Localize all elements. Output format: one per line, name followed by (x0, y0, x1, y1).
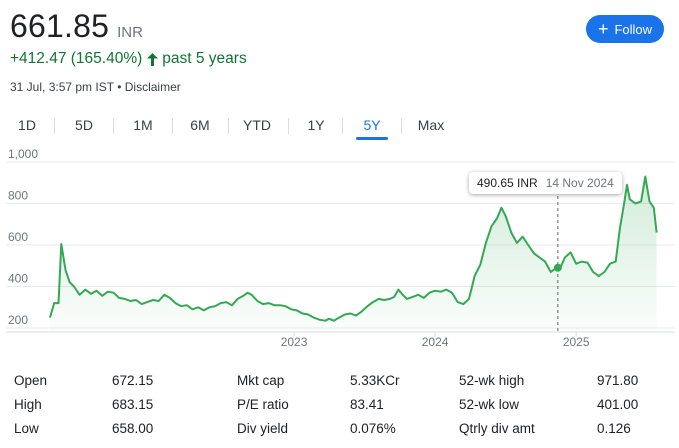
stat-value: 401.00 (597, 397, 639, 412)
arrow-up-icon (147, 52, 159, 66)
tab-divider (288, 118, 289, 134)
hover-point (553, 263, 562, 272)
price-change-row: +412.47 (165.40%) past 5 years (10, 50, 247, 68)
tab-5d[interactable]: 5D (70, 112, 98, 140)
stat-value: 971.80 (597, 373, 639, 388)
tab-max[interactable]: Max (414, 112, 448, 140)
follow-button[interactable]: + Follow (586, 15, 664, 43)
x-tick-label: 2024 (422, 335, 449, 349)
price-change: +412.47 (165.40%) (10, 50, 143, 67)
stat-label: Qtrly div amt (459, 421, 535, 436)
stat-value: 672.15 (112, 373, 154, 388)
stat-label: P/E ratio (237, 397, 289, 412)
current-price: 661.85 (10, 8, 110, 44)
y-tick-label: 1,000 (8, 148, 38, 161)
price-area (50, 176, 657, 332)
disclaimer-link[interactable]: Disclaimer (125, 80, 181, 94)
stat-label: 52-wk low (459, 397, 520, 412)
separator-dot: • (117, 80, 122, 94)
tab-6m[interactable]: 6M (185, 112, 215, 140)
stat-label: Div yield (237, 421, 289, 436)
stat-value: 683.15 (112, 397, 154, 412)
tab-1d[interactable]: 1D (14, 112, 40, 140)
tab-divider (228, 118, 229, 134)
stat-label: Open (14, 373, 48, 388)
tab-divider (113, 118, 114, 134)
quote-timestamp: 31 Jul, 3:57 pm IST (10, 80, 114, 94)
x-axis-ticks: 2023 2024 2025 (281, 332, 590, 349)
tab-divider (342, 118, 343, 134)
range-tabs: 1D 5D 1M 6M YTD 1Y 5Y Max (0, 112, 679, 140)
y-tick-label: 600 (8, 230, 28, 244)
tab-ytd[interactable]: YTD (240, 112, 274, 140)
follow-label: Follow (614, 21, 653, 37)
x-tick-label: 2023 (281, 335, 308, 349)
tab-1m[interactable]: 1M (128, 112, 158, 140)
change-period: past 5 years (162, 50, 247, 67)
stat-label: 52-wk high (459, 373, 525, 388)
stat-value: 0.076% (350, 421, 396, 436)
stat-label: Low (14, 421, 39, 436)
stat-label: Mkt cap (237, 373, 285, 388)
stat-value: 83.41 (350, 397, 384, 412)
y-tick-label: 400 (8, 272, 28, 286)
y-tick-label: 200 (8, 313, 28, 327)
plus-icon: + (597, 19, 609, 39)
tooltip-price: 490.65 INR (477, 176, 538, 190)
stat-label: High (14, 397, 42, 412)
stat-value: 0.126 (597, 421, 631, 436)
tab-5y[interactable]: 5Y (356, 112, 388, 140)
stat-value: 5.33KCr (350, 373, 400, 388)
tab-divider (54, 118, 55, 134)
x-tick-label: 2025 (563, 335, 590, 349)
currency-label: INR (117, 24, 143, 41)
tab-1y[interactable]: 1Y (303, 112, 329, 140)
tab-divider (172, 118, 173, 134)
y-axis-ticks: 1,000 800 600 400 200 (8, 148, 38, 327)
quote-header: 661.85 INR (10, 8, 143, 45)
tab-divider (401, 118, 402, 134)
chart-tooltip: 490.65 INR 14 Nov 2024 (469, 172, 622, 194)
timestamp-row: 31 Jul, 3:57 pm IST • Disclaimer (10, 80, 181, 94)
y-tick-label: 800 (8, 189, 28, 203)
tooltip-date: 14 Nov 2024 (545, 176, 614, 190)
stat-value: 658.00 (112, 421, 154, 436)
